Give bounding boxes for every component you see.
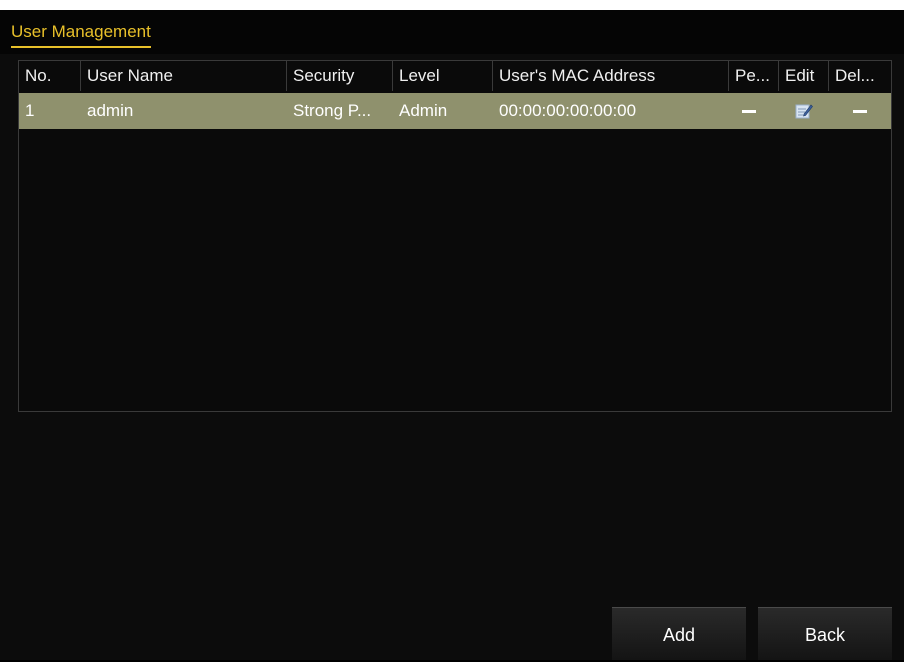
column-header-delete[interactable]: Del... [829, 61, 891, 91]
back-button[interactable]: Back [758, 607, 892, 660]
top-strip [0, 0, 904, 10]
column-header-edit[interactable]: Edit [779, 61, 829, 91]
cell-security: Strong P... [293, 101, 372, 120]
column-header-security[interactable]: Security [287, 61, 393, 91]
column-header-permission[interactable]: Pe... [729, 61, 779, 91]
edit-icon[interactable] [795, 102, 813, 120]
cell-level: Admin [399, 101, 448, 120]
cell-no: 1 [25, 101, 35, 120]
title-bar: User Management [0, 10, 904, 54]
tab-user-management[interactable]: User Management [11, 22, 151, 48]
permission-dash-icon[interactable] [742, 110, 756, 113]
cell-user-name: admin [87, 101, 134, 120]
column-header-no[interactable]: No. [19, 61, 81, 91]
table-header: No. User Name Security Level User's MAC … [19, 61, 891, 91]
column-header-mac-address[interactable]: User's MAC Address [493, 61, 729, 91]
column-header-user-name[interactable]: User Name [81, 61, 287, 91]
table-row[interactable]: 1 admin Strong P... Admin 00:00:00:00:00… [19, 93, 891, 129]
cell-mac-address: 00:00:00:00:00:00 [499, 101, 637, 120]
delete-dash-icon[interactable] [853, 110, 867, 113]
user-management-window: User Management No. User Name Security L… [0, 10, 904, 660]
column-header-level[interactable]: Level [393, 61, 493, 91]
user-table: No. User Name Security Level User's MAC … [18, 60, 892, 412]
add-button[interactable]: Add [612, 607, 746, 660]
